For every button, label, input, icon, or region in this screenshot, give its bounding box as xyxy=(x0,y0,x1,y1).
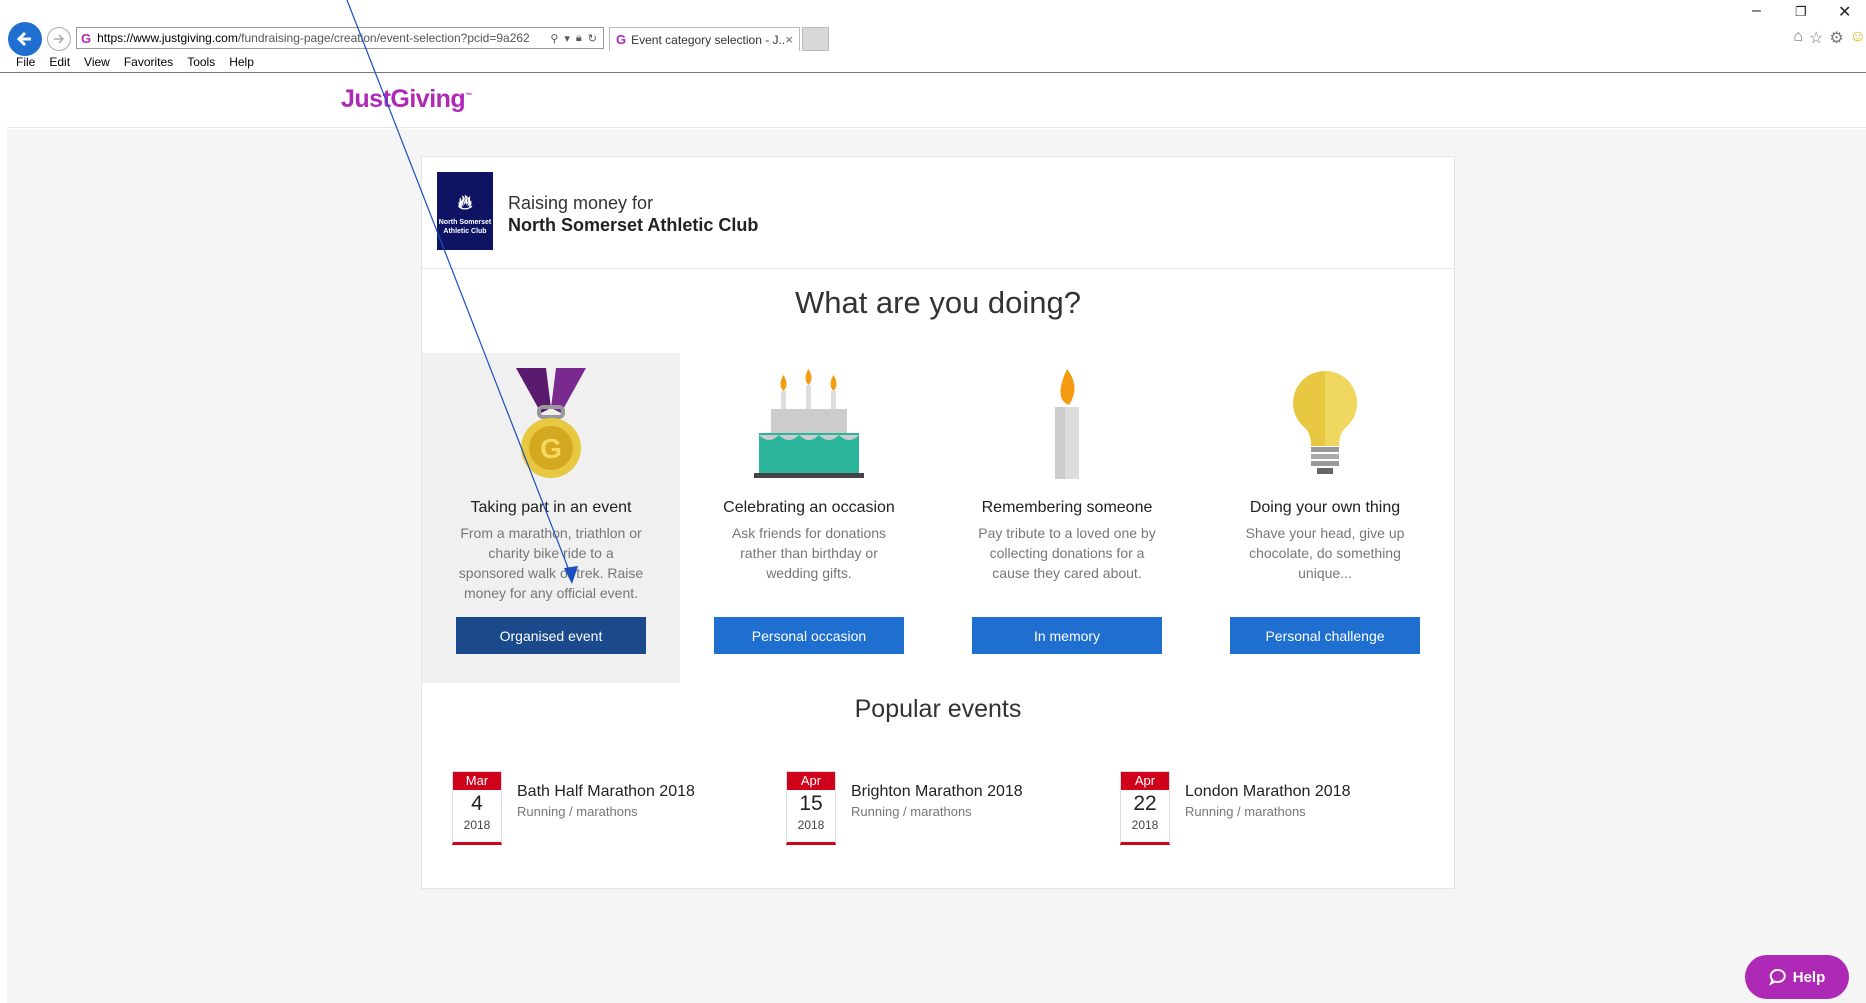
minimize-icon[interactable]: – xyxy=(1752,2,1761,20)
justgiving-logo[interactable]: JustGiving™ xyxy=(341,85,472,114)
browser-tab[interactable]: G Event category selection - J... × xyxy=(609,27,800,51)
event-name[interactable]: Brighton Marathon 2018 xyxy=(851,783,1023,801)
event-date: Mar 4 2018 xyxy=(452,771,502,845)
menu-tools[interactable]: Tools xyxy=(187,52,215,72)
option-title: Taking part in an event xyxy=(470,499,632,516)
gear-icon[interactable]: ⚙ xyxy=(1829,28,1843,48)
page-title: What are you doing? xyxy=(794,285,1082,320)
option-personal-occasion[interactable]: Celebrating an occasion Ask friends for … xyxy=(680,353,938,683)
forward-button[interactable] xyxy=(47,27,71,51)
event-category: Running / marathons xyxy=(1185,804,1306,819)
menu-file[interactable]: File xyxy=(16,52,35,72)
cake-icon xyxy=(754,369,864,478)
tab-favicon: G xyxy=(616,32,627,47)
menu-favorites[interactable]: Favorites xyxy=(124,52,173,72)
option-description: From a marathon, triathlon or charity bi… xyxy=(458,525,644,601)
lock-icon[interactable]: 🔒︎ xyxy=(576,32,582,45)
popular-events-list: Mar 4 2018 Bath Half Marathon 2018 Runni… xyxy=(422,771,1454,851)
event-date: Apr 22 2018 xyxy=(1120,771,1170,845)
charity-label: Raising money for xyxy=(508,193,654,213)
organised-event-button[interactable]: Organised event xyxy=(456,617,646,654)
charity-logo: 🔥︎ North Somerset Athletic Club xyxy=(437,172,493,250)
event-category: Running / marathons xyxy=(851,804,972,819)
event-name[interactable]: Bath Half Marathon 2018 xyxy=(517,783,695,801)
home-icon[interactable]: ⌂ xyxy=(1793,28,1803,48)
browser-toolbar-icons: ⌂ ☆ ⚙ ☺ xyxy=(1793,28,1866,48)
personal-occasion-button[interactable]: Personal occasion xyxy=(714,617,904,654)
tab-close-icon[interactable]: × xyxy=(785,32,793,47)
star-icon[interactable]: ☆ xyxy=(1809,28,1823,48)
lightbulb-icon xyxy=(1292,371,1358,474)
event-date: Apr 15 2018 xyxy=(786,771,836,845)
option-personal-challenge[interactable]: Doing your own thing Shave your head, gi… xyxy=(1196,353,1454,683)
dropdown-icon[interactable]: ▾ xyxy=(564,32,570,45)
new-tab-button[interactable] xyxy=(802,27,829,51)
svg-text:G: G xyxy=(540,433,562,464)
site-favicon: G xyxy=(81,30,92,46)
charity-name: North Somerset Athletic Club xyxy=(508,215,759,235)
personal-challenge-button[interactable]: Personal challenge xyxy=(1230,617,1420,654)
search-icon[interactable]: ⚲ xyxy=(550,32,558,45)
chat-bubble-icon xyxy=(1768,969,1786,986)
event-category: Running / marathons xyxy=(517,804,638,819)
url-text[interactable]: https://www.justgiving.com/fundraising-p… xyxy=(97,31,544,45)
restore-icon[interactable]: ❐ xyxy=(1795,4,1807,20)
in-memory-button[interactable]: In memory xyxy=(972,617,1162,654)
refresh-icon[interactable]: ↻ xyxy=(588,32,597,45)
option-description: Pay tribute to a loved one by collecting… xyxy=(978,525,1156,581)
event-selection-card: 🔥︎ North Somerset Athletic Club Raising … xyxy=(421,156,1455,889)
menu-view[interactable]: View xyxy=(84,52,110,72)
event-item[interactable]: Mar 4 2018 Bath Half Marathon 2018 Runni… xyxy=(452,771,752,851)
site-header: JustGiving™ xyxy=(7,74,1866,128)
option-description: Ask friends for donations rather than bi… xyxy=(731,525,887,581)
event-item[interactable]: Apr 15 2018 Brighton Marathon 2018 Runni… xyxy=(786,771,1086,851)
menu-bar: File Edit View Favorites Tools Help xyxy=(0,52,1866,73)
help-button[interactable]: Help xyxy=(1745,955,1849,999)
browser-toolbar: G https://www.justgiving.com/fundraising… xyxy=(0,0,1866,56)
popular-events-heading: Popular events xyxy=(854,695,1022,723)
option-description: Shave your head, give up chocolate, do s… xyxy=(1245,525,1405,581)
arrow-left-icon xyxy=(16,31,31,47)
option-title: Doing your own thing xyxy=(1249,499,1401,516)
medal-icon: G xyxy=(516,368,586,478)
option-title: Remembering someone xyxy=(981,499,1153,516)
menu-edit[interactable]: Edit xyxy=(49,52,70,72)
close-window-icon[interactable]: ✕ xyxy=(1838,2,1851,22)
event-item[interactable]: Apr 22 2018 London Marathon 2018 Running… xyxy=(1120,771,1420,851)
candle-icon xyxy=(1055,369,1079,479)
option-title: Celebrating an occasion xyxy=(723,499,895,516)
event-name[interactable]: London Marathon 2018 xyxy=(1185,783,1350,801)
option-in-memory[interactable]: Remembering someone Pay tribute to a lov… xyxy=(938,353,1196,683)
back-button[interactable] xyxy=(8,22,42,56)
address-bar[interactable]: G https://www.justgiving.com/fundraising… xyxy=(76,27,604,49)
menu-help[interactable]: Help xyxy=(229,52,254,72)
event-type-options: G Taking part in an event From a maratho… xyxy=(422,353,1454,683)
charity-info: 🔥︎ North Somerset Athletic Club Raising … xyxy=(422,157,1454,269)
torch-icon: 🔥︎ xyxy=(457,192,473,214)
arrow-right-icon xyxy=(54,34,65,44)
tab-title: Event category selection - J... xyxy=(631,32,786,47)
smiley-icon[interactable]: ☺ xyxy=(1850,28,1866,48)
option-organised-event[interactable]: G Taking part in an event From a maratho… xyxy=(422,353,680,683)
